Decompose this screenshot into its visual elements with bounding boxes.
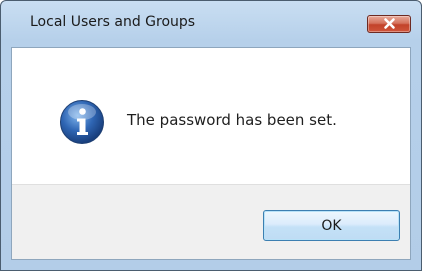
title-bar[interactable]: Local Users and Groups <box>1 1 421 47</box>
dialog-message: The password has been set. <box>127 111 337 129</box>
message-area: The password has been set. <box>12 48 410 184</box>
close-icon <box>384 18 395 29</box>
message-dialog: Local Users and Groups The password has … <box>0 0 422 271</box>
button-bar: OK <box>12 184 410 259</box>
close-button[interactable] <box>367 15 411 33</box>
dialog-content: The password has been set. OK <box>11 47 411 260</box>
ok-button[interactable]: OK <box>263 210 400 241</box>
info-icon <box>60 100 104 144</box>
window-title: Local Users and Groups <box>30 14 196 30</box>
